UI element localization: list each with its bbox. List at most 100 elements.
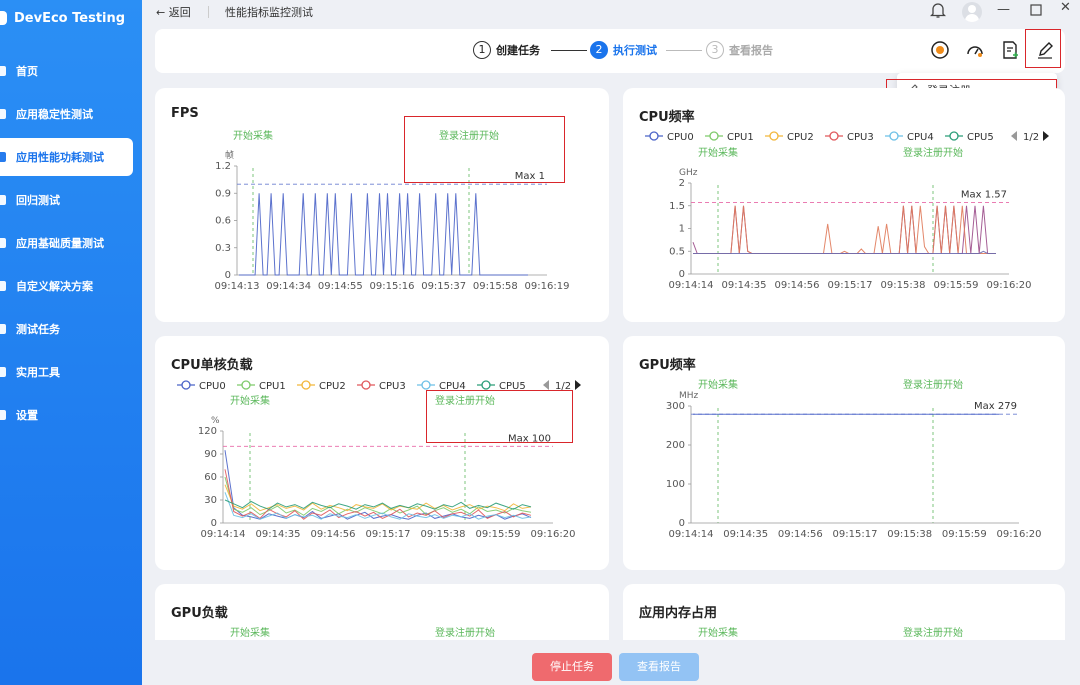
- y-tick-label: 0: [225, 270, 231, 281]
- add-document-icon[interactable]: [1000, 40, 1020, 60]
- nav-icon: [0, 195, 6, 205]
- x-tick-label: 09:14:34: [266, 281, 311, 292]
- marker-label-login: 登录注册开始: [439, 129, 499, 142]
- back-button[interactable]: ← 返回: [156, 4, 191, 20]
- x-tick-label: 09:15:38: [421, 529, 466, 540]
- sidebar-item-5[interactable]: 自定义解决方案: [0, 267, 142, 305]
- series-line-CPU3: [224, 469, 532, 520]
- marker-label-login: 登录注册开始: [903, 626, 963, 639]
- x-tick-label: 09:14:56: [775, 280, 820, 291]
- x-tick-label: 09:15:58: [473, 281, 518, 292]
- cpu-freq-chart: CPU0 CPU1 CPU2 CPU3 CPU4 CPU5 1/2 开始采集 登录注册开始 GHz…: [645, 131, 1049, 291]
- series-line-CPU3: [693, 205, 996, 254]
- legend-swatch: [481, 380, 491, 390]
- x-tick-label: 09:15:16: [370, 281, 415, 292]
- y-tick-label: 300: [666, 401, 685, 412]
- legend-swatch: [649, 131, 659, 141]
- fps-chart-card: FPS 开始采集 登录注册开始帧 0 0.3 0.6 0.9 1.2 09:14:13 09:1…: [155, 88, 609, 322]
- step-create-task: 1 创建任务: [473, 41, 540, 59]
- y-unit-label: MHz: [679, 391, 699, 401]
- cpu-load-chart: CPU0 CPU1 CPU2 CPU3 CPU4 CPU5 1/2 开始采集 登录注册开始% 0 3…: [177, 380, 581, 540]
- step-bar: 1 创建任务 2 执行测试 3 查看报告: [155, 29, 1065, 73]
- y-tick-label: 200: [666, 440, 685, 451]
- sidebar-item-label: 应用性能功耗测试: [16, 151, 104, 164]
- y-tick-label: 0: [679, 518, 685, 529]
- legend-label: CPU5: [967, 132, 994, 143]
- y-tick-label: 2: [679, 178, 685, 189]
- maximize-icon[interactable]: [1030, 4, 1042, 20]
- marker-label-start: 开始采集: [233, 129, 273, 142]
- y-tick-label: 0: [211, 518, 217, 529]
- step-view-report: 3 查看报告: [706, 41, 773, 59]
- y-unit-label: %: [211, 416, 220, 426]
- sidebar-item-label: 应用基础质量测试: [16, 237, 104, 250]
- legend-label: CPU3: [847, 132, 874, 143]
- record-stop-icon[interactable]: [930, 40, 950, 60]
- x-tick-label: 09:14:35: [723, 529, 768, 540]
- edit-marker-icon[interactable]: [1035, 40, 1055, 60]
- max-label: Max 100: [508, 433, 551, 444]
- marker-label-login: 登录注册开始: [435, 394, 495, 407]
- legend-swatch: [889, 131, 899, 141]
- x-tick-label: 09:16:20: [997, 529, 1042, 540]
- avatar[interactable]: [962, 2, 982, 22]
- sidebar-item-8[interactable]: 设置: [0, 396, 142, 434]
- legend-swatch: [421, 380, 431, 390]
- minimize-icon[interactable]: —: [997, 2, 1010, 17]
- legend-label: CPU4: [439, 381, 466, 392]
- gpu-freq-chart-card: GPU频率 开始采集 登录注册开始 MHz 0 100 200 300 09:14:14 09:…: [623, 336, 1065, 570]
- sidebar-item-4[interactable]: 应用基础质量测试: [0, 224, 142, 262]
- stop-task-button[interactable]: 停止任务: [532, 653, 612, 681]
- fps-chart: 开始采集 登录注册开始帧 0 0.3 0.6 0.9 1.2 09:14:13 09:14:34…: [215, 129, 570, 292]
- step-label: 查看报告: [729, 44, 773, 57]
- sidebar-item-label: 实用工具: [16, 366, 60, 379]
- legend-page: 1/2: [555, 381, 571, 392]
- y-tick-label: 60: [204, 472, 217, 483]
- logo-icon: [0, 11, 7, 25]
- legend-swatch: [301, 380, 311, 390]
- x-tick-label: 09:15:17: [833, 529, 878, 540]
- title-bar: ← 返回 性能指标监控测试 — ✕: [142, 0, 1080, 24]
- x-tick-label: 09:14:56: [311, 529, 356, 540]
- max-label: Max 1.57: [961, 190, 1007, 201]
- nav-icon: [0, 109, 6, 119]
- x-tick-label: 09:14:55: [318, 281, 363, 292]
- cpu-freq-chart-card: CPU频率 CPU0 CPU1 CPU2 CPU3 CPU4 CPU5 1/2 开始采集 登录注…: [623, 88, 1065, 322]
- sidebar-nav: 首页应用稳定性测试应用性能功耗测试回归测试应用基础质量测试 自定义解决方案测试任务…: [0, 52, 142, 439]
- sidebar-item-label: 设置: [16, 409, 38, 422]
- sidebar-item-1[interactable]: 应用稳定性测试: [0, 95, 142, 133]
- legend-prev-icon: [1011, 131, 1017, 141]
- nav-icon: [0, 238, 6, 248]
- y-tick-label: 100: [666, 479, 685, 490]
- x-tick-label: 09:14:14: [669, 280, 714, 291]
- legend-label: CPU4: [907, 132, 934, 143]
- x-tick-label: 09:15:17: [366, 529, 411, 540]
- speed-gauge-icon[interactable]: [965, 40, 985, 60]
- sidebar-item-0[interactable]: 首页: [0, 52, 142, 90]
- marker-label-login: 登录注册开始: [435, 626, 495, 639]
- marker-label-start: 开始采集: [698, 146, 738, 159]
- legend-label: CPU1: [727, 132, 754, 143]
- close-icon[interactable]: ✕: [1060, 0, 1071, 15]
- title-divider: [208, 6, 209, 18]
- sidebar-item-7[interactable]: 实用工具: [0, 353, 142, 391]
- sidebar-item-6[interactable]: 测试任务: [0, 310, 142, 348]
- y-tick-label: 0.5: [669, 246, 685, 257]
- sidebar-item-label: 自定义解决方案: [16, 280, 93, 293]
- marker-label-start: 开始采集: [698, 626, 738, 639]
- legend-next-icon: [1043, 131, 1049, 141]
- x-tick-label: 09:15:59: [942, 529, 987, 540]
- bell-icon[interactable]: [929, 1, 947, 23]
- legend-swatch: [241, 380, 251, 390]
- view-report-button[interactable]: 查看报告: [619, 653, 699, 681]
- sidebar-item-2[interactable]: 应用性能功耗测试: [0, 138, 133, 176]
- app-name: DevEco Testing: [14, 10, 126, 26]
- sidebar-item-label: 首页: [16, 65, 38, 78]
- y-tick-label: 1: [679, 224, 685, 235]
- x-tick-label: 09:14:35: [722, 280, 767, 291]
- marker-label-start: 开始采集: [230, 394, 270, 407]
- sidebar-item-3[interactable]: 回归测试: [0, 181, 142, 219]
- sidebar: DevEco Testing 首页应用稳定性测试应用性能功耗测试回归测试应用基础…: [0, 0, 142, 685]
- legend-next-icon: [575, 380, 581, 390]
- marker-label-login: 登录注册开始: [903, 378, 963, 391]
